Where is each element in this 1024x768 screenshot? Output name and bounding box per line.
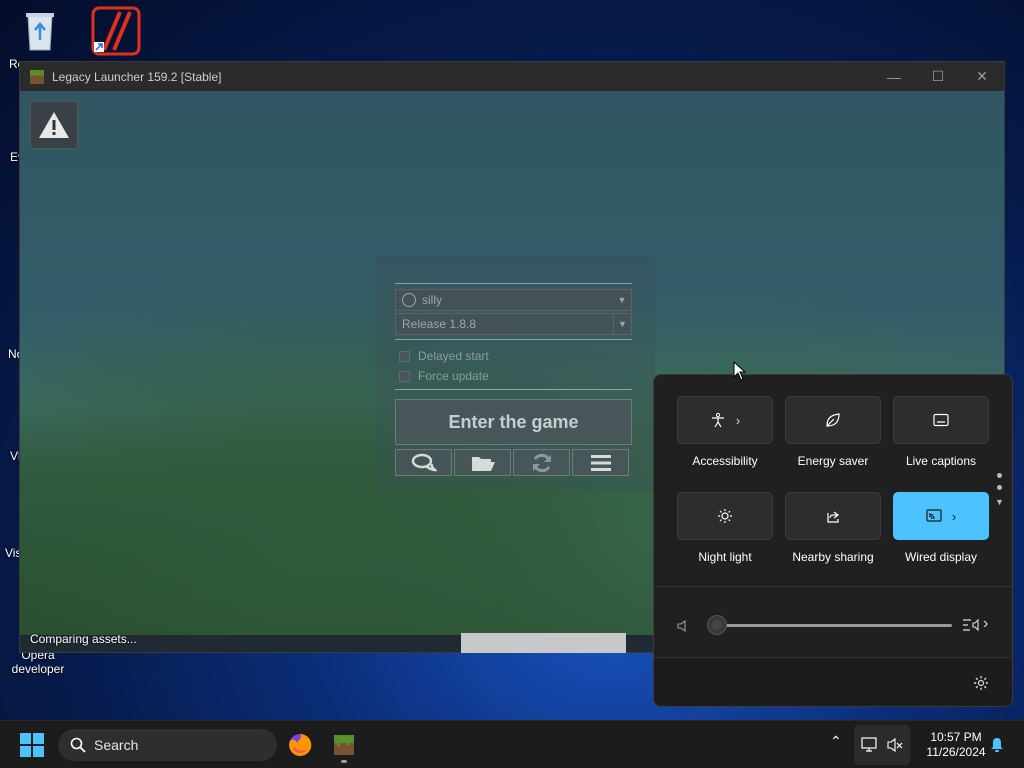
notification-bell-icon[interactable] <box>989 737 1005 753</box>
tile-label: Live captions <box>905 454 977 468</box>
maximize-button[interactable]: ☐ <box>916 62 960 91</box>
search-label: Search <box>94 737 139 753</box>
tile-label: Accessibility <box>692 454 758 468</box>
chevron-right-icon[interactable]: › <box>736 413 740 428</box>
version-name: Release 1.8.8 <box>402 317 477 331</box>
cast-icon <box>926 509 942 522</box>
window-title: Legacy Launcher 159.2 [Stable] <box>52 69 222 84</box>
taskbar-search[interactable]: Search <box>58 729 277 761</box>
nearby-sharing-tile[interactable] <box>785 492 881 540</box>
captions-icon <box>933 413 949 427</box>
chat-icon <box>411 453 437 471</box>
running-indicator <box>341 760 347 763</box>
volume-icon[interactable] <box>676 619 690 633</box>
desktop-icon-label: Vis <box>5 546 22 560</box>
delayed-start-checkbox[interactable]: Delayed start <box>399 349 489 363</box>
brightness-icon <box>718 509 732 523</box>
account-name: silly <box>422 293 442 307</box>
user-icon <box>402 293 416 307</box>
checkbox-box <box>399 370 410 382</box>
desktop-icon-no[interactable]: No <box>0 305 24 361</box>
divider <box>395 389 632 390</box>
volume-muted-icon <box>887 737 903 753</box>
night-light-tile[interactable] <box>677 492 773 540</box>
desktop-icon-label: No <box>8 347 24 361</box>
desktop-icon-vl[interactable]: Vl <box>0 435 21 463</box>
version-select[interactable]: Release 1.8.8 ▼ <box>395 313 632 335</box>
wired-display-tile[interactable]: › <box>893 492 989 540</box>
enter-game-button[interactable]: Enter the game <box>395 399 632 445</box>
start-button[interactable] <box>16 729 48 761</box>
chevron-right-icon[interactable]: › <box>952 509 956 524</box>
firefox-icon <box>289 733 312 756</box>
recycle-bin-icon <box>26 13 54 51</box>
tile-label: Wired display <box>904 550 978 564</box>
quick-settings-panel: › Accessibility Energy saver Live captio… <box>653 374 1013 707</box>
divider <box>395 283 632 284</box>
page-indicator-dot[interactable] <box>997 473 1002 478</box>
chevron-up-icon[interactable]: ⌃ <box>830 733 842 750</box>
mouse-cursor-icon <box>733 361 747 381</box>
warning-button[interactable] <box>30 101 78 149</box>
minimize-button[interactable]: — <box>872 62 916 91</box>
chevron-down-icon: ▼ <box>617 295 627 305</box>
progress-bar <box>461 633 626 653</box>
volume-slider-thumb[interactable] <box>708 616 726 634</box>
refresh-icon <box>532 453 551 472</box>
folder-icon <box>471 456 495 471</box>
launcher-taskbar-button[interactable] <box>328 729 360 763</box>
grass-block-icon <box>334 735 354 755</box>
live-captions-tile[interactable] <box>893 396 989 444</box>
clock-time: 10:57 PM <box>930 730 982 744</box>
desktop-icon-label: Ev <box>10 150 25 164</box>
divider <box>654 586 1012 587</box>
search-icon <box>70 737 86 753</box>
checkbox-label: Delayed start <box>418 349 489 363</box>
hamburger-icon <box>590 454 611 471</box>
tile-label: Energy saver <box>797 454 869 468</box>
windows-logo-icon <box>20 733 44 757</box>
audio-output-icon[interactable] <box>962 616 982 634</box>
desktop-icon-ev[interactable]: Ev <box>0 140 25 164</box>
desktop-icon-app-shortcut[interactable] <box>90 6 142 59</box>
leaf-icon <box>826 413 840 427</box>
warning-icon <box>39 112 69 138</box>
system-tray-status[interactable] <box>854 725 910 765</box>
taskbar-clock[interactable]: 10:57 PM 11/26/2024 <box>916 730 996 760</box>
gear-icon[interactable] <box>973 675 989 691</box>
network-icon <box>861 737 877 752</box>
energy-saver-tile[interactable] <box>785 396 881 444</box>
accessibility-tile[interactable]: › <box>677 396 773 444</box>
desktop-icon-vis[interactable]: Vis <box>0 510 22 560</box>
refresh-button[interactable] <box>513 449 570 476</box>
checkbox-box <box>399 350 410 362</box>
page-indicator-dot[interactable] <box>997 485 1002 490</box>
open-folder-button[interactable] <box>454 449 511 476</box>
firefox-taskbar-button[interactable] <box>284 729 316 761</box>
accessibility-icon <box>711 412 724 428</box>
volume-slider-track[interactable] <box>716 624 952 627</box>
launcher-titlebar[interactable]: Legacy Launcher 159.2 [Stable] — ☐ ✕ <box>20 62 1004 91</box>
page-down-arrow-icon[interactable]: ▼ <box>995 497 1004 507</box>
close-button[interactable]: ✕ <box>960 62 1004 91</box>
tile-label: Night light <box>698 550 752 564</box>
login-panel: silly ▼ Release 1.8.8 ▼ Delayed start Fo… <box>375 255 655 491</box>
chevron-right-icon[interactable]: › <box>983 615 988 633</box>
tile-label: Nearby sharing <box>792 550 874 564</box>
share-icon <box>827 511 839 523</box>
clock-date: 11/26/2024 <box>926 745 986 759</box>
taskbar: Search ⌃ 10:57 PM 11/26/2024 <box>0 720 1024 768</box>
divider <box>395 339 632 340</box>
quick-settings-footer <box>654 657 1012 706</box>
app-shortcut-icon <box>91 6 141 56</box>
force-update-checkbox[interactable]: Force update <box>399 369 489 383</box>
desktop-icon-label: Vl <box>10 449 21 463</box>
status-text: Comparing assets... <box>30 632 137 646</box>
chevron-down-icon: ▼ <box>613 314 631 334</box>
grass-block-icon <box>30 69 44 84</box>
chat-button[interactable] <box>395 449 452 476</box>
account-select[interactable]: silly ▼ <box>395 289 632 311</box>
menu-button[interactable] <box>572 449 629 476</box>
checkbox-label: Force update <box>418 369 489 383</box>
